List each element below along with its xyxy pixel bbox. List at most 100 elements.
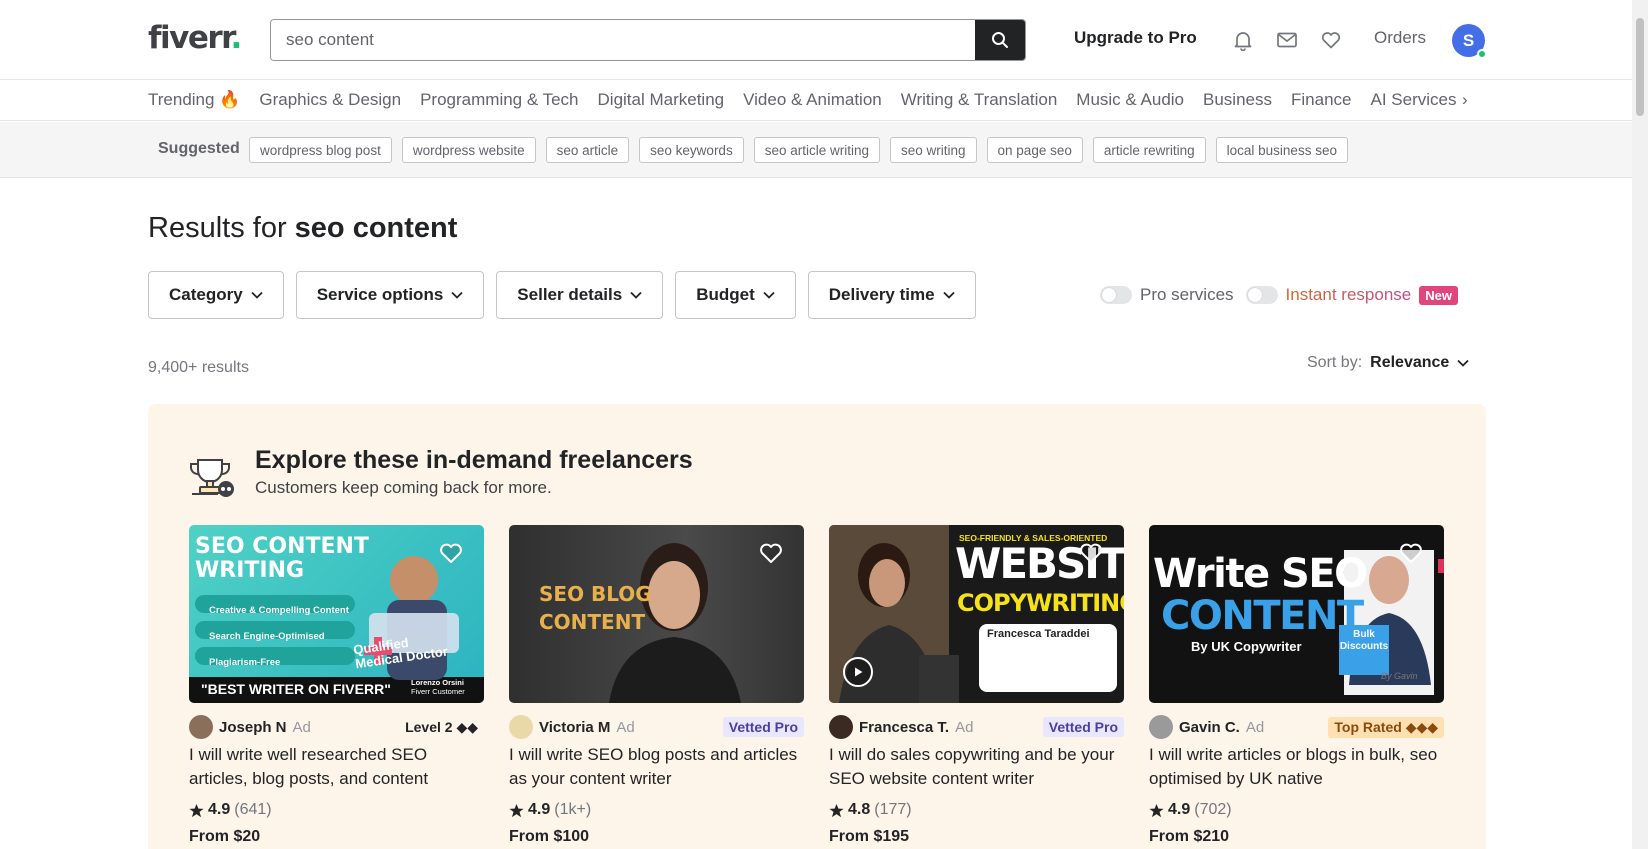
gig-title[interactable]: I will write articles or blogs in bulk, … [1149, 743, 1444, 791]
category-link[interactable]: Digital Marketing [598, 90, 725, 110]
mail-icon[interactable] [1276, 29, 1298, 51]
upgrade-to-pro-link[interactable]: Upgrade to Pro [1074, 28, 1197, 48]
thumb-bullet: Plagiarism-Free [209, 657, 281, 668]
category-link[interactable]: Video & Animation [743, 90, 882, 110]
instant-response-toggle[interactable] [1245, 286, 1278, 304]
chevron-down-icon [942, 291, 955, 299]
seller-name[interactable]: Joseph N [219, 719, 287, 736]
results-count: 9,400+ results [148, 359, 249, 376]
ad-label: Ad [955, 718, 974, 736]
filter-label: Category [169, 285, 243, 304]
rating-value: 4.9 [528, 801, 551, 818]
star-icon [509, 803, 524, 817]
rating-value: 4.9 [1168, 801, 1191, 818]
logo-dot: . [230, 20, 243, 56]
search-button[interactable] [975, 20, 1025, 60]
category-link[interactable]: Programming & Tech [420, 90, 578, 110]
gig-price: From $210 [1149, 828, 1230, 845]
seller-level-badge: Level 2 ◆◆ [405, 718, 478, 735]
category-link[interactable]: Business [1203, 90, 1272, 110]
gig-price: From $100 [509, 828, 590, 845]
user-avatar[interactable]: S [1452, 24, 1487, 59]
thumb-text: WRITING [195, 558, 305, 583]
seller-name[interactable]: Francesca T. [859, 719, 949, 736]
search-bar [270, 19, 1026, 61]
seller-avatar[interactable] [1149, 715, 1173, 739]
thumb-text: Write SEO [1153, 551, 1368, 597]
gig-title[interactable]: I will do sales copywriting and be your … [829, 743, 1124, 791]
thumb-text: CONTENT [1161, 593, 1364, 639]
suggested-tag[interactable]: seo keywords [639, 137, 744, 163]
seller-name[interactable]: Victoria M [539, 719, 610, 736]
new-badge: New [1419, 285, 1458, 305]
filter-dropdown[interactable]: Seller details [496, 271, 664, 319]
suggested-tag[interactable]: on page seo [986, 137, 1083, 163]
top-header: fiverr. Upgrade to Pro Orders S [0, 0, 1632, 80]
gig-card[interactable]: Write SEO CONTENT By UK Copywriter Bulk … [1149, 525, 1444, 846]
favorite-heart-icon[interactable] [438, 541, 464, 565]
ad-label: Ad [1245, 718, 1265, 736]
play-video-button[interactable] [843, 657, 873, 687]
review-count: (177) [874, 801, 912, 818]
suggested-tag[interactable]: seo article writing [753, 137, 880, 163]
seller-avatar[interactable] [829, 715, 853, 739]
chevron-down-icon [630, 291, 642, 299]
category-link[interactable]: Music & Audio [1076, 90, 1184, 110]
suggested-tag[interactable]: seo writing [890, 137, 977, 163]
suggested-tag[interactable]: local business seo [1215, 137, 1348, 163]
gig-thumbnail[interactable]: SEO BLOG CONTENT [509, 525, 804, 703]
gig-card[interactable]: SEO BLOG CONTENT Victoria M Ad Vetted Pr… [509, 525, 804, 846]
search-icon [992, 32, 1008, 48]
seller-row: Joseph N Ad Level 2 ◆◆ [189, 715, 484, 739]
gig-thumbnail[interactable]: Write SEO CONTENT By UK Copywriter Bulk … [1149, 525, 1444, 703]
results-query: seo content [294, 212, 458, 244]
vetted-pro-badge: Vetted Pro [1042, 717, 1124, 737]
page-scrollbar[interactable] [1632, 0, 1648, 849]
suggested-tag[interactable]: wordpress website [401, 137, 536, 163]
favorite-heart-icon[interactable] [1398, 541, 1424, 565]
thumb-text: SEO CONTENT [195, 534, 369, 559]
category-link[interactable]: Finance [1291, 90, 1351, 110]
pro-services-toggle[interactable] [1100, 286, 1132, 304]
sort-dropdown[interactable]: Relevance [1370, 354, 1469, 372]
filter-dropdown[interactable]: Budget [675, 271, 796, 319]
filter-label: Delivery time [828, 285, 935, 304]
category-link[interactable]: Trending 🔥 [148, 90, 240, 110]
filter-dropdown[interactable]: Delivery time [807, 271, 976, 319]
thumb-text: By Gavin [1381, 671, 1418, 681]
search-input[interactable] [271, 20, 975, 60]
suggested-tags: wordpress blog post wordpress website seo … [249, 137, 1348, 163]
gig-title[interactable]: I will write SEO blog posts and articles… [509, 743, 804, 791]
orders-link[interactable]: Orders [1374, 28, 1426, 48]
gig-thumbnail[interactable]: SEO CONTENT WRITING Creative & Compellin… [189, 525, 484, 703]
star-icon [189, 803, 204, 817]
seller-avatar[interactable] [509, 715, 533, 739]
gig-card[interactable]: SEO-FRIENDLY & SALES-ORIENTED WEBSITE CO… [829, 525, 1124, 846]
scrollbar-thumb[interactable] [1636, 18, 1644, 116]
thumb-text: Bulk [1353, 629, 1375, 640]
category-link[interactable]: Graphics & Design [259, 90, 401, 110]
favorite-heart-icon[interactable] [758, 541, 784, 565]
star-icon [829, 803, 844, 817]
suggested-tag[interactable]: wordpress blog post [249, 137, 392, 163]
seller-row: Gavin C. Ad Top Rated ◆◆◆ [1149, 715, 1444, 739]
gig-thumbnail[interactable]: SEO-FRIENDLY & SALES-ORIENTED WEBSITE CO… [829, 525, 1124, 703]
heart-icon[interactable] [1320, 29, 1342, 51]
category-link[interactable]: AI Services [1370, 90, 1456, 110]
category-link[interactable]: Writing & Translation [901, 90, 1058, 110]
gig-card[interactable]: SEO CONTENT WRITING Creative & Compellin… [189, 525, 484, 846]
chevron-right-icon[interactable]: › [1460, 90, 1468, 110]
thumb-text: COPYWRITING [957, 589, 1124, 617]
favorite-heart-icon[interactable] [1078, 541, 1104, 565]
seller-row: Francesca T. Ad Vetted Pro [829, 715, 1124, 739]
bell-icon[interactable] [1232, 29, 1254, 51]
suggested-tag[interactable]: seo article [545, 137, 630, 163]
filter-dropdown[interactable]: Service options [295, 271, 485, 319]
seller-avatar[interactable] [189, 715, 213, 739]
gig-title[interactable]: I will write well researched SEO article… [189, 743, 484, 791]
suggested-tag[interactable]: article rewriting [1092, 137, 1206, 163]
fiverr-logo[interactable]: fiverr. [148, 20, 243, 56]
filter-dropdown[interactable]: Category [148, 271, 284, 319]
trophy-icon [190, 459, 234, 497]
seller-name[interactable]: Gavin C. [1179, 719, 1240, 736]
